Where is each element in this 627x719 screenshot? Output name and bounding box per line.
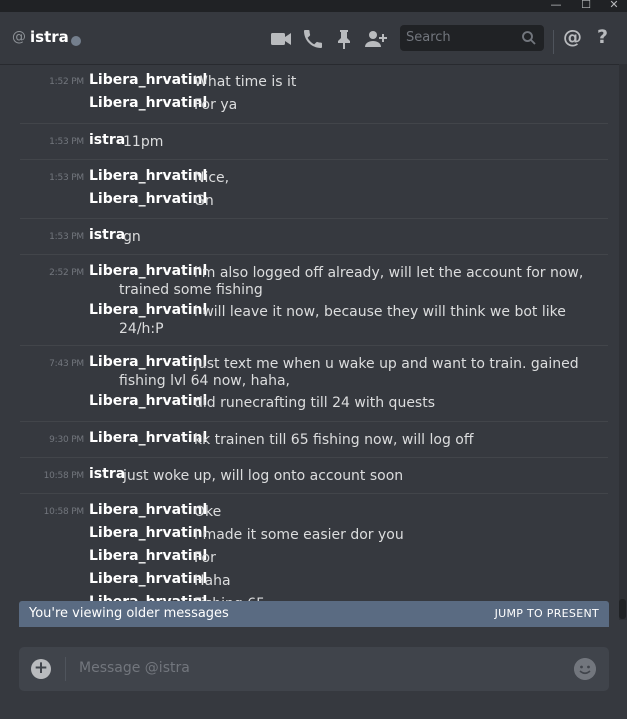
message-composer: + Message @istra	[19, 647, 609, 691]
message-text: Nice,	[194, 170, 230, 186]
message-timestamp: 10:58 PM	[43, 471, 85, 481]
message-input[interactable]: Message @istra	[79, 660, 190, 676]
message-author[interactable]: Libera_hrvatinl	[89, 95, 207, 111]
message-text: kk trainen till 65 fishing now, will log…	[194, 432, 474, 448]
message-author[interactable]: Libera_hrvatinl	[89, 191, 207, 207]
message-author[interactable]: Libera_hrvatinl	[89, 72, 207, 88]
message-timestamp: 1:53 PM	[49, 173, 84, 183]
dm-recipient-name: istra	[30, 28, 69, 46]
channel-header: @ istra Search @ ?	[0, 12, 627, 64]
message-text: For ya	[194, 97, 238, 113]
older-messages-banner: You're viewing older messages JUMP TO PR…	[19, 601, 609, 627]
voice-call-icon[interactable]	[301, 27, 325, 51]
message-text: Haha	[194, 573, 231, 589]
message-text: gn	[123, 229, 141, 245]
message-text: just woke up, will log onto account soon	[123, 468, 404, 484]
message-timestamp: 1:52 PM	[49, 77, 84, 87]
video-call-icon[interactable]	[269, 27, 293, 51]
dm-window: — ☐ ✕ @ istra Search @ ? 1:52 PM Libera_…	[0, 0, 627, 719]
older-messages-text: You're viewing older messages	[29, 606, 229, 621]
message-timestamp: 10:58 PM	[43, 507, 85, 517]
message-author[interactable]: Libera_hrvatinl	[89, 302, 207, 318]
search-icon	[522, 31, 536, 45]
message-text: Gn	[194, 193, 214, 209]
message-text-continued: 24/h:P	[119, 321, 164, 337]
message-author[interactable]: Libera_hrvatinl	[89, 525, 207, 541]
message-text: i'm also logged off already, will let th…	[194, 265, 584, 281]
message-timestamp: 1:53 PM	[49, 137, 84, 147]
message-list: 1:52 PM Libera_hrvatinl What time is it …	[0, 64, 618, 610]
message-timestamp: 2:52 PM	[49, 268, 84, 278]
message-timestamp: 9:30 PM	[49, 435, 84, 445]
message-text: 11pm	[123, 134, 164, 150]
message-author[interactable]: Libera_hrvatinl	[89, 393, 207, 409]
jump-to-present-button[interactable]: JUMP TO PRESENT	[495, 607, 599, 620]
message-author[interactable]: Libera_hrvatinl	[89, 571, 207, 587]
message-divider	[20, 457, 608, 458]
message-divider	[20, 159, 608, 160]
title-bar: — ☐ ✕	[0, 0, 627, 12]
composer-divider	[65, 657, 66, 681]
message-text: i will leave it now, because they will t…	[194, 304, 566, 320]
message-divider	[20, 493, 608, 494]
close-icon[interactable]: ✕	[600, 0, 627, 12]
scrollbar-track[interactable]	[619, 64, 627, 620]
message-author[interactable]: Libera_hrvatinl	[89, 502, 207, 518]
message-text: For	[194, 550, 216, 566]
message-timestamp: 7:43 PM	[49, 359, 84, 369]
message-text: just text me when u wake up and want to …	[194, 356, 579, 372]
scrollbar-thumb[interactable]	[619, 599, 626, 619]
message-author[interactable]: istra	[89, 466, 125, 482]
message-timestamp: 1:53 PM	[49, 232, 84, 242]
message-divider	[20, 123, 608, 124]
mentions-icon[interactable]: @	[563, 26, 582, 48]
emoji-icon[interactable]	[574, 658, 596, 680]
message-text: did runecrafting till 24 with quests	[194, 395, 436, 411]
message-divider	[20, 218, 608, 219]
message-text: Oke	[194, 504, 222, 520]
message-author[interactable]: istra	[89, 132, 125, 148]
upload-plus-icon[interactable]: +	[31, 659, 51, 679]
pin-icon[interactable]	[332, 27, 356, 51]
status-indicator	[71, 36, 81, 46]
message-divider	[20, 345, 608, 346]
message-text: I made it some easier dor you	[194, 527, 404, 543]
search-placeholder: Search	[406, 30, 451, 45]
message-text: What time is it	[194, 74, 297, 90]
search-input[interactable]: Search	[400, 25, 544, 51]
help-icon[interactable]: ?	[597, 26, 608, 48]
message-author[interactable]: Libera_hrvatinl	[89, 548, 207, 564]
message-divider	[20, 421, 608, 422]
minimize-icon[interactable]: —	[542, 0, 570, 12]
maximize-icon[interactable]: ☐	[572, 0, 600, 12]
message-text-continued: fishing lvl 64 now, haha,	[119, 373, 291, 389]
message-divider	[20, 254, 608, 255]
header-divider	[553, 30, 554, 54]
message-text-continued: trained some fishing	[119, 282, 263, 298]
message-author[interactable]: Libera_hrvatinl	[89, 354, 207, 370]
message-author[interactable]: Libera_hrvatinl	[89, 430, 207, 446]
message-author[interactable]: istra	[89, 227, 125, 243]
message-author[interactable]: Libera_hrvatinl	[89, 263, 207, 279]
at-icon: @	[12, 29, 26, 45]
message-author[interactable]: Libera_hrvatinl	[89, 168, 207, 184]
add-friend-icon[interactable]	[364, 27, 388, 51]
